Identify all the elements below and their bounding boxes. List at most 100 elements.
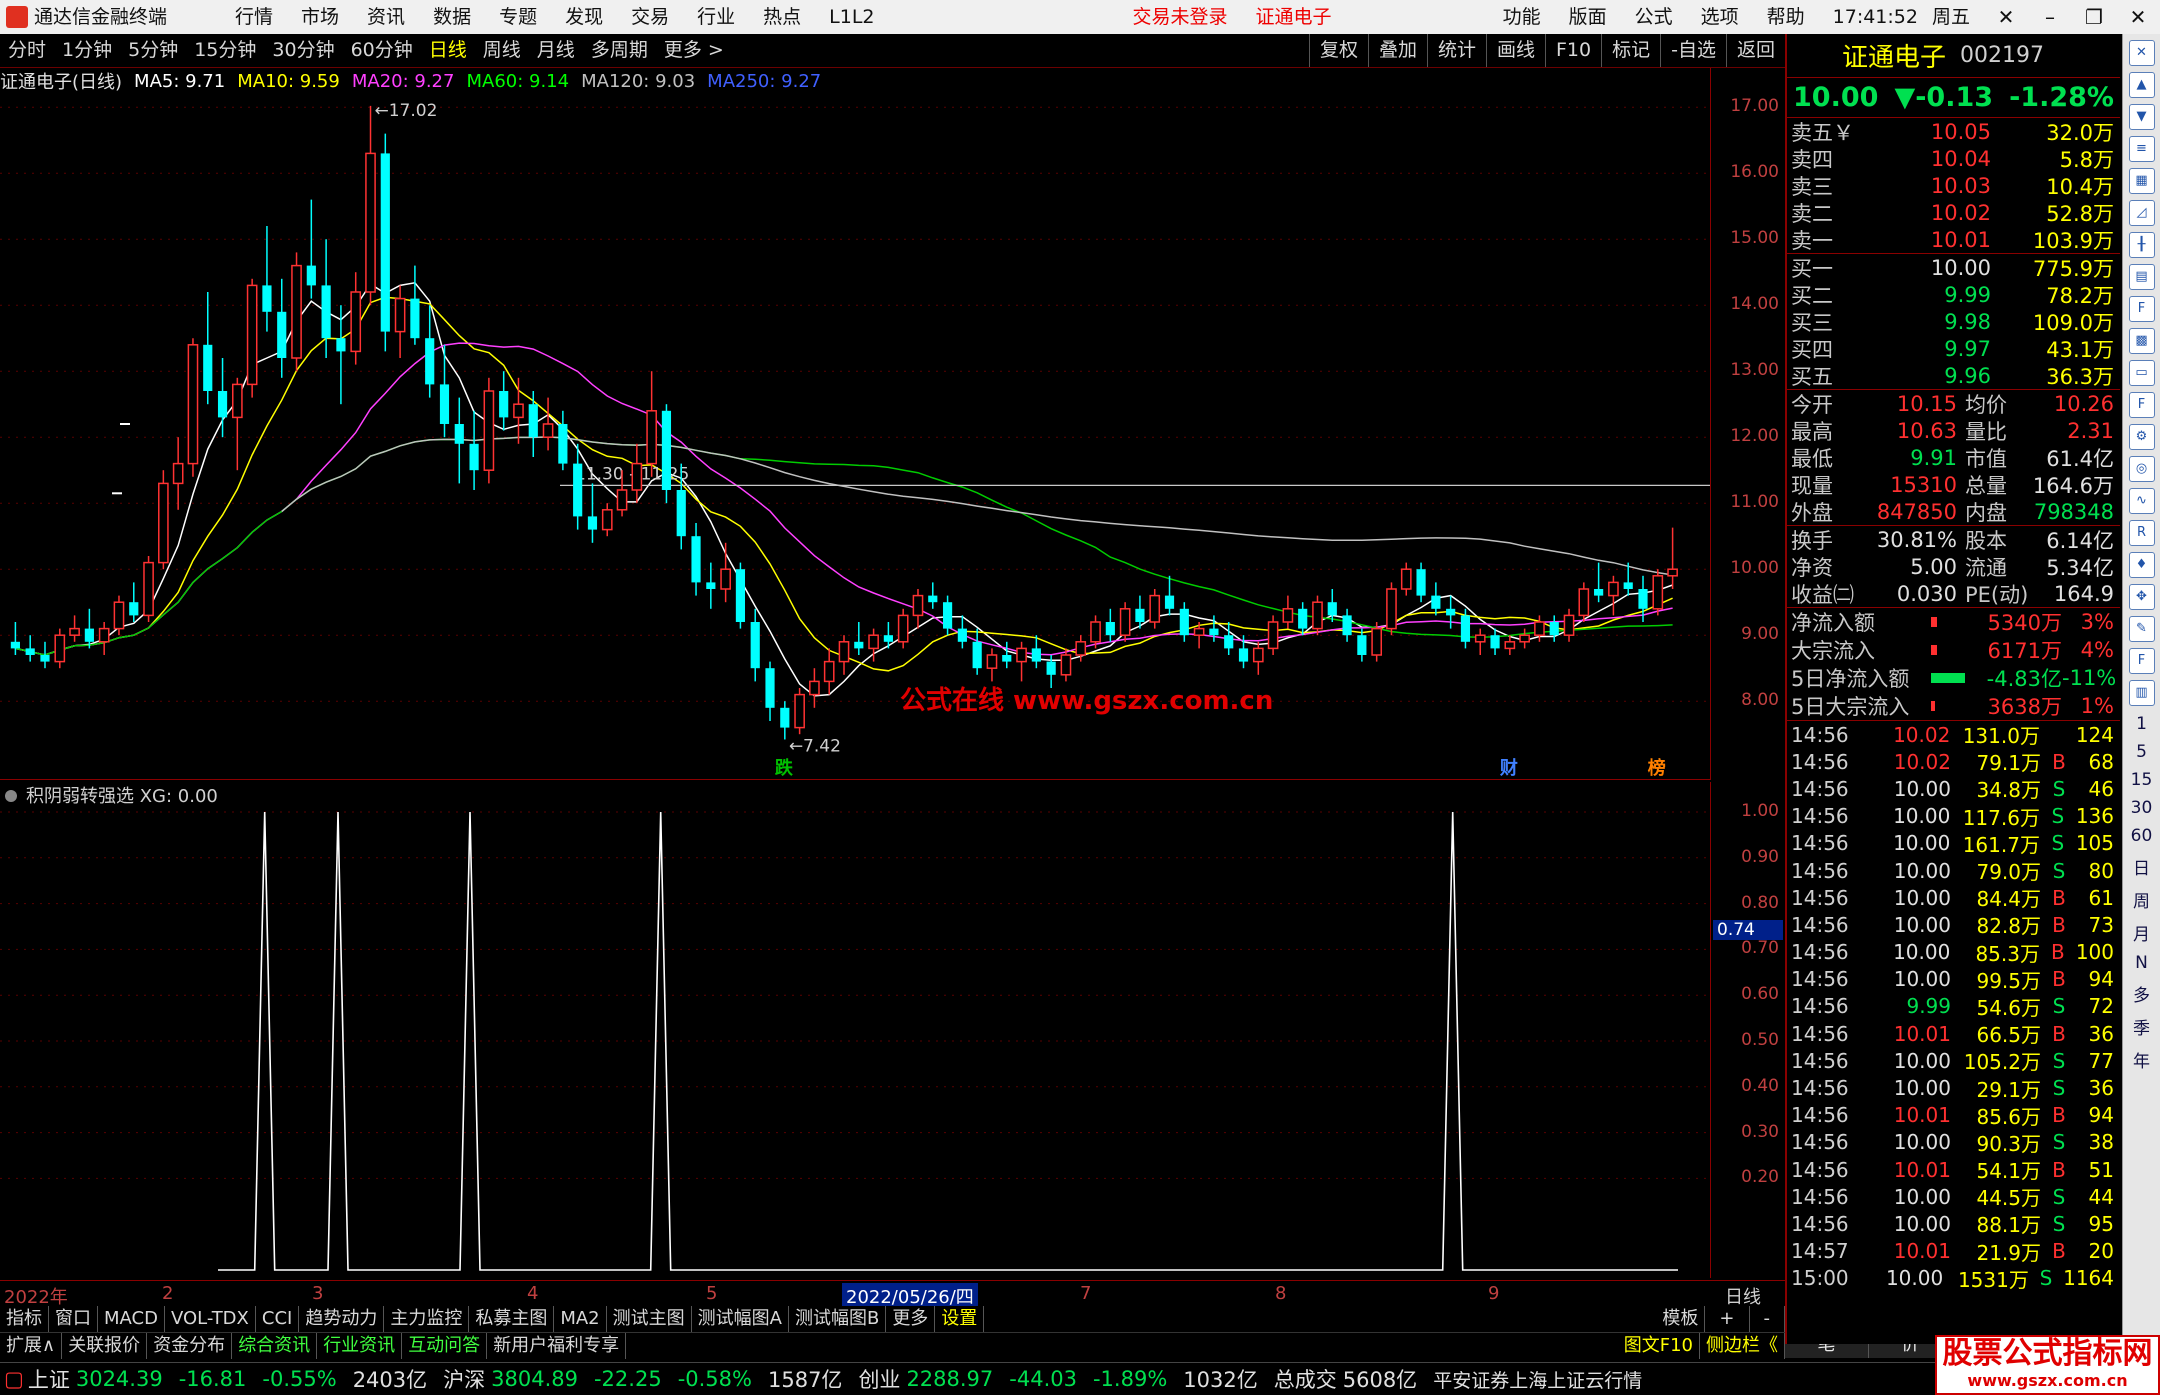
tab-chuangkou[interactable]: 窗口 [49,1306,98,1332]
indicator-chart[interactable]: 积阴弱转强选 XG: 0.00 [0,782,1710,1278]
side-down-arrow-icon[interactable]: ▼ [2128,104,2155,130]
menu-item-zixun[interactable]: 资讯 [353,0,419,34]
tool-tongji[interactable]: 统计 [1426,34,1486,67]
side-pen-icon[interactable]: ✎ [2128,616,2155,642]
sh-index-name[interactable]: 上证 [28,1364,70,1394]
tab-ceshizhutu[interactable]: 测试主图 [607,1306,692,1332]
side-doc-icon[interactable]: ▤ [2128,264,2155,290]
menu-item-jiaoyi[interactable]: 交易 [617,0,683,34]
side-f10-icon[interactable]: F [2128,296,2155,322]
tab-kuozhan[interactable]: 扩展∧ [0,1332,63,1359]
tab-hangyezixun[interactable]: 行业资讯 [317,1332,403,1359]
side-f2-icon[interactable]: F [2128,392,2155,418]
side-period-item[interactable]: 60 [2123,826,2160,846]
side-move-icon[interactable]: ✥ [2128,584,2155,610]
side-table-icon[interactable]: ▦ [2128,168,2155,194]
menu-item-xuanxiang[interactable]: 选项 [1687,0,1753,34]
tab-tuwen-f10[interactable]: 图文F10 [1618,1332,1700,1359]
period-fenshi[interactable]: 分时 [0,34,54,67]
minimize-icon[interactable]: – [2028,0,2072,34]
period-more[interactable]: 更多 > [656,34,732,67]
tool-diejia[interactable]: 叠加 [1367,34,1427,67]
tab-remove[interactable]: - [1750,1306,1785,1332]
side-f5-icon[interactable]: F [2128,648,2155,674]
tab-zijinfenbu[interactable]: 资金分布 [147,1332,233,1359]
menu-item-shuju[interactable]: 数据 [419,0,485,34]
menu-item-l1l2[interactable]: L1L2 [815,0,888,34]
menu-item-hangye[interactable]: 行业 [683,0,749,34]
side-period-item[interactable]: N [2123,953,2160,973]
side-page-icon[interactable]: ▭ [2128,360,2155,386]
side-period-item[interactable]: 年 [2123,1047,2160,1072]
period-15min[interactable]: 15分钟 [186,34,264,67]
period-30min[interactable]: 30分钟 [264,34,342,67]
period-60min[interactable]: 60分钟 [343,34,421,67]
period-1min[interactable]: 1分钟 [54,34,120,67]
side-close-icon[interactable]: ✕ [2128,40,2155,66]
side-target-icon[interactable]: ◎ [2128,456,2155,482]
period-daily[interactable]: 日线 [421,34,475,67]
restore-icon[interactable]: ❐ [2072,0,2116,34]
tab-ceshifutu-a[interactable]: 测试幅图A [692,1306,789,1332]
tab-zhulijiankong[interactable]: 主力监控 [384,1306,470,1332]
tool-biaoji[interactable]: 标记 [1601,34,1660,67]
hs-index-name[interactable]: 沪深 [443,1364,485,1394]
tab-vol-tdx[interactable]: VOL-TDX [165,1306,256,1332]
side-period-item[interactable]: 多 [2123,981,2160,1006]
menu-item-redian[interactable]: 热点 [749,0,815,34]
tool-fanhui[interactable]: 返回 [1725,34,1785,67]
side-grid-icon[interactable]: ▩ [2128,328,2155,354]
tab-simuzhutu[interactable]: 私募主图 [469,1306,555,1332]
cy-index-name[interactable]: 创业 [858,1364,900,1394]
side-chart2-icon[interactable]: ▥ [2128,680,2155,706]
tab-cci[interactable]: CCI [256,1306,300,1332]
menu-item-faxian[interactable]: 发现 [551,0,617,34]
menu-item-gongneng[interactable]: 功能 [1489,0,1555,34]
menu-item-bangzhu[interactable]: 帮助 [1753,0,1819,34]
login-status[interactable]: 交易未登录 [1119,0,1242,34]
side-period-item[interactable]: 季 [2123,1014,2160,1039]
side-period-item[interactable]: 15 [2123,770,2160,790]
tool-fuquan[interactable]: 复权 [1308,34,1368,67]
side-period-item[interactable]: 5 [2123,742,2160,762]
tab-shezhi[interactable]: 设置 [935,1306,985,1332]
tool-huaxian[interactable]: 画线 [1485,34,1545,67]
period-monthly[interactable]: 月线 [529,34,583,67]
side-period-item[interactable]: 月 [2123,920,2160,945]
tab-macd[interactable]: MACD [98,1306,165,1332]
side-wave-icon[interactable]: ∿ [2128,488,2155,514]
menu-item-hangqing[interactable]: 行情 [221,0,287,34]
menu-item-gongshi[interactable]: 公式 [1621,0,1687,34]
menu-item-shichang[interactable]: 市场 [287,0,353,34]
close-x-icon[interactable]: ✕ [1984,0,2028,34]
side-chart-icon[interactable]: ◿ [2128,200,2155,226]
tab-zonghezixun[interactable]: 综合资讯 [232,1332,318,1359]
period-multi[interactable]: 多周期 [583,34,656,67]
tool-zixuan[interactable]: -自选 [1660,34,1726,67]
tab-gengduo[interactable]: 更多 [886,1306,936,1332]
side-kline-icon[interactable]: ╂ [2128,232,2155,258]
side-list-icon[interactable]: ≡ [2128,136,2155,162]
close-window-icon[interactable]: ✕ [2116,0,2160,34]
tab-guanlianbaojia[interactable]: 关联报价 [62,1332,148,1359]
side-period-item[interactable]: 周 [2123,887,2160,912]
side-period-item[interactable]: 1 [2123,714,2160,734]
menu-item-banmian[interactable]: 版面 [1555,0,1621,34]
tab-moban[interactable]: 模板 [1656,1306,1706,1332]
side-up-arrow-icon[interactable]: ▲ [2128,72,2155,98]
tool-f10[interactable]: F10 [1545,34,1601,67]
tab-ma2[interactable]: MA2 [554,1306,607,1332]
side-period-item[interactable]: 30 [2123,798,2160,818]
tab-cebianlan[interactable]: 侧边栏《 [1700,1332,1785,1359]
side-rsi-icon[interactable]: R [2128,520,2155,546]
tab-qushidongli[interactable]: 趋势动力 [299,1306,385,1332]
tab-add[interactable]: + [1705,1306,1750,1332]
tab-ceshifutu-b[interactable]: 测试幅图B [789,1306,887,1332]
candlestick-chart[interactable]: 11.30 - 11.25←17.02←7.42跌财榜 [0,94,1710,780]
tab-zhibiao[interactable]: 指标 [0,1306,49,1332]
period-5min[interactable]: 5分钟 [120,34,186,67]
side-period-item[interactable]: 日 [2123,854,2160,879]
tab-hudongwenda[interactable]: 互动问答 [402,1332,488,1359]
tab-xinyonghufuli[interactable]: 新用户福利专享 [487,1332,627,1359]
stock-name[interactable]: 证通电子 [1842,37,1946,74]
